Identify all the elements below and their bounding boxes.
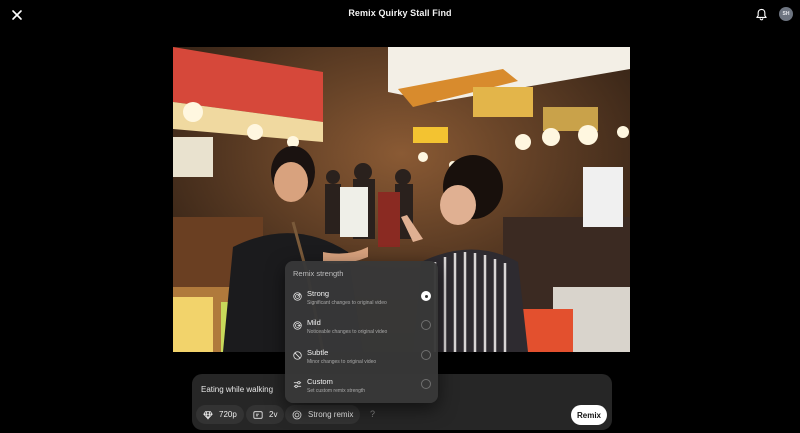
option-label: Subtle	[307, 348, 329, 357]
top-bar: Remix Quirky Stall Find SH	[0, 0, 800, 30]
notifications-button[interactable]	[752, 5, 770, 23]
resolution-label: 720p	[219, 410, 237, 419]
strong-dial-icon	[293, 292, 302, 301]
radio-unselected[interactable]	[421, 350, 431, 360]
variations-label: 2v	[269, 410, 278, 419]
subtle-dial-icon	[293, 351, 302, 360]
option-description: Minor changes to original video	[307, 359, 377, 365]
option-label: Custom	[307, 377, 333, 386]
option-label: Mild	[307, 318, 321, 327]
option-description: Noticeable changes to original video	[307, 329, 388, 335]
option-custom[interactable]: Custom Set custom remix strength	[285, 370, 438, 399]
option-description: Set custom remix strength	[307, 388, 366, 394]
strength-dial-icon	[292, 410, 302, 419]
video-frame-icon	[253, 410, 263, 419]
mild-dial-icon	[293, 321, 302, 330]
radio-unselected[interactable]	[421, 379, 431, 389]
bell-icon	[755, 8, 767, 20]
sliders-icon	[293, 381, 302, 388]
variations-button[interactable]: 2v	[246, 405, 285, 424]
remix-button[interactable]: Remix	[571, 405, 607, 425]
page-title: Remix Quirky Stall Find	[348, 8, 452, 18]
option-label: Strong	[307, 289, 330, 298]
option-strong[interactable]: Strong Significant changes to original v…	[285, 282, 438, 311]
remix-strength-label: Strong remix	[308, 410, 354, 419]
avatar[interactable]: SH	[779, 7, 793, 21]
resolution-button[interactable]: 720p	[196, 405, 244, 424]
help-button[interactable]: ?	[370, 409, 375, 419]
option-mild[interactable]: Mild Noticeable changes to original vide…	[285, 311, 438, 340]
radio-selected[interactable]	[421, 291, 431, 301]
remix-strength-menu: Remix strength Strong Significant change…	[285, 261, 438, 403]
option-description: Significant changes to original video	[307, 300, 387, 306]
remix-strength-button[interactable]: Strong remix	[285, 405, 361, 424]
diamond-icon	[203, 410, 213, 420]
option-subtle[interactable]: Subtle Minor changes to original video	[285, 341, 438, 370]
menu-header: Remix strength	[293, 269, 344, 278]
radio-unselected[interactable]	[421, 320, 431, 330]
prompt-input[interactable]: Eating while walking	[201, 385, 273, 394]
